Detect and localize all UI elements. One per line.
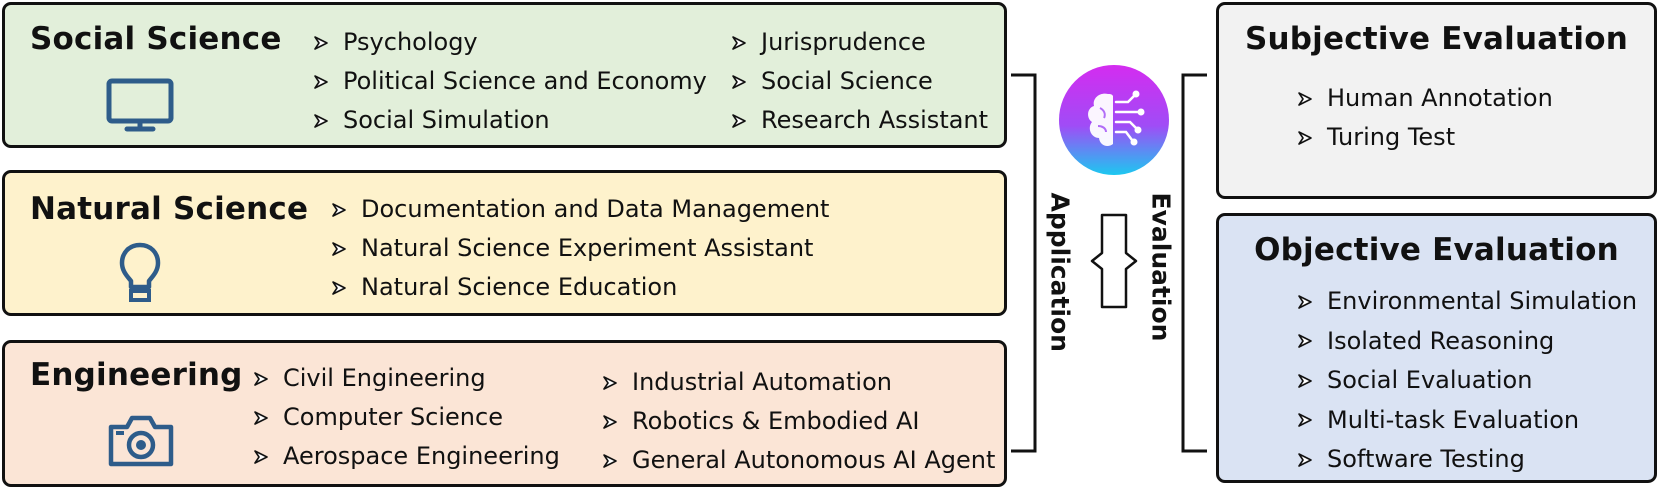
arrow-bullet-icon bbox=[313, 35, 329, 51]
list-item: Human Annotation bbox=[1297, 79, 1553, 118]
lightbulb-icon bbox=[119, 242, 161, 302]
list-item: Isolated Reasoning bbox=[1297, 322, 1637, 362]
arrow-bullet-icon bbox=[313, 74, 329, 90]
application-label: Application bbox=[1045, 192, 1075, 352]
list-item: Civil Engineering bbox=[253, 359, 560, 398]
engineering-title: Engineering bbox=[30, 357, 243, 393]
arrow-bullet-icon bbox=[1297, 373, 1313, 389]
application-bracket bbox=[1011, 73, 1037, 453]
list-item: Research Assistant bbox=[731, 101, 988, 140]
list-item: Natural Science Education bbox=[331, 268, 829, 307]
list-item: Industrial Automation bbox=[602, 363, 995, 402]
social-science-title: Social Science bbox=[30, 21, 282, 57]
list-item: Software Testing bbox=[1297, 440, 1637, 480]
natural-science-list: Documentation and Data Management Natura… bbox=[331, 190, 829, 307]
objective-evaluation-box: Objective Evaluation Environmental Simul… bbox=[1216, 213, 1657, 483]
list-item: Turing Test bbox=[1297, 118, 1553, 157]
arrow-bullet-icon bbox=[1297, 130, 1313, 146]
camera-icon bbox=[108, 415, 174, 467]
natural-science-title: Natural Science bbox=[30, 191, 309, 227]
list-item: Political Science and Economy bbox=[313, 62, 707, 101]
arrow-bullet-icon bbox=[253, 371, 269, 387]
monitor-icon bbox=[106, 78, 174, 132]
list-item: Social Evaluation bbox=[1297, 361, 1637, 401]
objective-evaluation-title: Objective Evaluation bbox=[1254, 232, 1619, 268]
list-item: Documentation and Data Management bbox=[331, 190, 829, 229]
engineering-list-left: Civil Engineering Computer Science Aeros… bbox=[253, 359, 560, 476]
list-item: Robotics & Embodied AI bbox=[602, 402, 995, 441]
social-science-list-left: Psychology Political Science and Economy… bbox=[313, 23, 707, 140]
engineering-box: Engineering Civil Engineering Computer S… bbox=[2, 340, 1007, 487]
arrow-bullet-icon bbox=[1297, 412, 1313, 428]
arrow-bullet-icon bbox=[1297, 452, 1313, 468]
list-item: Social Simulation bbox=[313, 101, 707, 140]
arrow-bullet-icon bbox=[602, 414, 618, 430]
arrow-bullet-icon bbox=[253, 410, 269, 426]
natural-science-box: Natural Science Documentation and Data M… bbox=[2, 170, 1007, 316]
list-item: Social Science bbox=[731, 62, 988, 101]
list-item: Computer Science bbox=[253, 398, 560, 437]
list-item: Jurisprudence bbox=[731, 23, 988, 62]
social-science-list-right: Jurisprudence Social Science Research As… bbox=[731, 23, 988, 140]
evaluation-label: Evaluation bbox=[1146, 192, 1176, 342]
subjective-evaluation-box: Subjective Evaluation Human Annotation T… bbox=[1216, 2, 1657, 199]
arrow-bullet-icon bbox=[1297, 333, 1313, 349]
list-item: Environmental Simulation bbox=[1297, 282, 1637, 322]
list-item: Psychology bbox=[313, 23, 707, 62]
arrow-bullet-icon bbox=[1297, 91, 1313, 107]
arrow-bullet-icon bbox=[331, 241, 347, 257]
list-item: Aerospace Engineering bbox=[253, 437, 560, 476]
arrow-bullet-icon bbox=[731, 74, 747, 90]
evaluation-bracket bbox=[1181, 73, 1207, 453]
subjective-evaluation-list: Human Annotation Turing Test bbox=[1297, 79, 1553, 157]
social-science-box: Social Science Psychology Political Scie… bbox=[2, 2, 1007, 148]
list-item: Multi-task Evaluation bbox=[1297, 401, 1637, 441]
arrow-bullet-icon bbox=[253, 449, 269, 465]
arrow-bullet-icon bbox=[731, 113, 747, 129]
arrow-bullet-icon bbox=[1297, 294, 1313, 310]
engineering-list-right: Industrial Automation Robotics & Embodie… bbox=[602, 363, 995, 480]
arrow-bullet-icon bbox=[602, 453, 618, 469]
arrow-bullet-icon bbox=[331, 202, 347, 218]
arrow-bullet-icon bbox=[731, 35, 747, 51]
objective-evaluation-list: Environmental Simulation Isolated Reason… bbox=[1297, 282, 1637, 480]
list-item: General Autonomous AI Agent bbox=[602, 441, 995, 480]
double-arrow-icon bbox=[1090, 213, 1138, 309]
list-item: Natural Science Experiment Assistant bbox=[331, 229, 829, 268]
arrow-bullet-icon bbox=[602, 375, 618, 391]
subjective-evaluation-title: Subjective Evaluation bbox=[1244, 21, 1628, 57]
arrow-bullet-icon bbox=[331, 280, 347, 296]
ai-brain-icon bbox=[1059, 65, 1169, 175]
arrow-bullet-icon bbox=[313, 113, 329, 129]
